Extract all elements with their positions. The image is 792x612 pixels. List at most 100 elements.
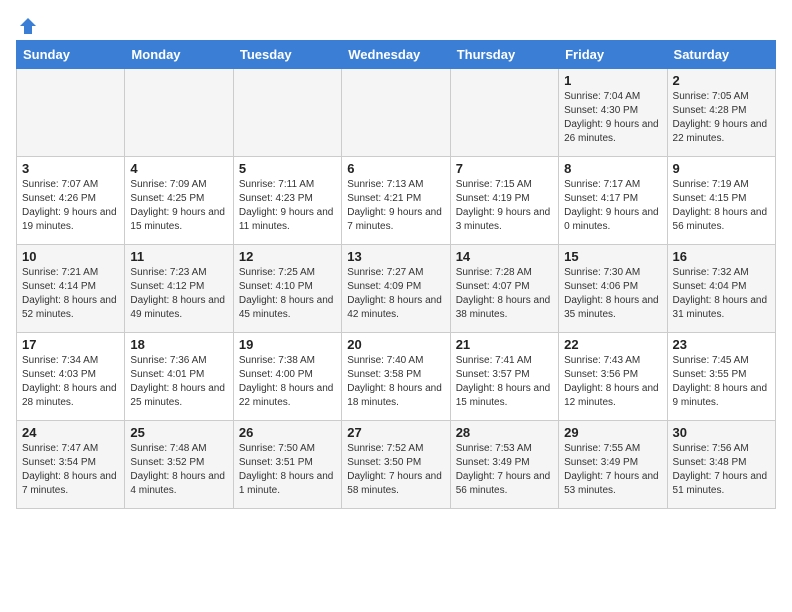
day-number: 3 — [22, 161, 119, 176]
calendar-cell — [450, 69, 558, 157]
day-info: Sunrise: 7:52 AM Sunset: 3:50 PM Dayligh… — [347, 442, 444, 498]
day-number: 19 — [239, 337, 336, 352]
day-info: Sunrise: 7:07 AM Sunset: 4:26 PM Dayligh… — [22, 178, 119, 234]
day-number: 9 — [673, 161, 770, 176]
day-number: 11 — [130, 249, 227, 264]
day-number: 16 — [673, 249, 770, 264]
day-info: Sunrise: 7:47 AM Sunset: 3:54 PM Dayligh… — [22, 442, 119, 498]
calendar-header-row: SundayMondayTuesdayWednesdayThursdayFrid… — [17, 41, 776, 69]
day-number: 4 — [130, 161, 227, 176]
calendar-cell: 7 Sunrise: 7:15 AM Sunset: 4:19 PM Daylig… — [450, 157, 558, 245]
day-info: Sunrise: 7:25 AM Sunset: 4:10 PM Dayligh… — [239, 266, 336, 322]
day-info: Sunrise: 7:32 AM Sunset: 4:04 PM Dayligh… — [673, 266, 770, 322]
day-info: Sunrise: 7:11 AM Sunset: 4:23 PM Dayligh… — [239, 178, 336, 234]
day-number: 18 — [130, 337, 227, 352]
calendar-cell — [17, 69, 125, 157]
day-info: Sunrise: 7:45 AM Sunset: 3:55 PM Dayligh… — [673, 354, 770, 410]
calendar-cell: 26 Sunrise: 7:50 AM Sunset: 3:51 PM Dayli… — [233, 421, 341, 509]
calendar-week-row: 3 Sunrise: 7:07 AM Sunset: 4:26 PM Daylig… — [17, 157, 776, 245]
day-number: 21 — [456, 337, 553, 352]
day-info: Sunrise: 7:53 AM Sunset: 3:49 PM Dayligh… — [456, 442, 553, 498]
day-number: 23 — [673, 337, 770, 352]
day-number: 15 — [564, 249, 661, 264]
calendar-week-row: 1 Sunrise: 7:04 AM Sunset: 4:30 PM Daylig… — [17, 69, 776, 157]
day-info: Sunrise: 7:40 AM Sunset: 3:58 PM Dayligh… — [347, 354, 444, 410]
calendar-cell — [233, 69, 341, 157]
header-day-wednesday: Wednesday — [342, 41, 450, 69]
day-number: 2 — [673, 73, 770, 88]
day-info: Sunrise: 7:56 AM Sunset: 3:48 PM Dayligh… — [673, 442, 770, 498]
calendar-cell: 29 Sunrise: 7:55 AM Sunset: 3:49 PM Dayli… — [559, 421, 667, 509]
calendar-cell — [342, 69, 450, 157]
day-number: 17 — [22, 337, 119, 352]
day-info: Sunrise: 7:30 AM Sunset: 4:06 PM Dayligh… — [564, 266, 661, 322]
day-number: 12 — [239, 249, 336, 264]
calendar-cell: 30 Sunrise: 7:56 AM Sunset: 3:48 PM Dayli… — [667, 421, 775, 509]
day-number: 26 — [239, 425, 336, 440]
day-info: Sunrise: 7:34 AM Sunset: 4:03 PM Dayligh… — [22, 354, 119, 410]
calendar-cell: 13 Sunrise: 7:27 AM Sunset: 4:09 PM Dayli… — [342, 245, 450, 333]
day-number: 27 — [347, 425, 444, 440]
calendar-cell: 4 Sunrise: 7:09 AM Sunset: 4:25 PM Daylig… — [125, 157, 233, 245]
calendar-cell: 27 Sunrise: 7:52 AM Sunset: 3:50 PM Dayli… — [342, 421, 450, 509]
day-info: Sunrise: 7:09 AM Sunset: 4:25 PM Dayligh… — [130, 178, 227, 234]
day-info: Sunrise: 7:13 AM Sunset: 4:21 PM Dayligh… — [347, 178, 444, 234]
header-day-saturday: Saturday — [667, 41, 775, 69]
logo-icon — [18, 16, 38, 36]
calendar-cell: 16 Sunrise: 7:32 AM Sunset: 4:04 PM Dayli… — [667, 245, 775, 333]
day-number: 29 — [564, 425, 661, 440]
calendar-cell: 5 Sunrise: 7:11 AM Sunset: 4:23 PM Daylig… — [233, 157, 341, 245]
calendar-cell: 24 Sunrise: 7:47 AM Sunset: 3:54 PM Dayli… — [17, 421, 125, 509]
header — [16, 16, 776, 32]
calendar-cell: 6Sunrise: 7:13 AM Sunset: 4:21 PM Daylig… — [342, 157, 450, 245]
day-info: Sunrise: 7:43 AM Sunset: 3:56 PM Dayligh… — [564, 354, 661, 410]
calendar-table: SundayMondayTuesdayWednesdayThursdayFrid… — [16, 40, 776, 509]
calendar-week-row: 17 Sunrise: 7:34 AM Sunset: 4:03 PM Dayli… — [17, 333, 776, 421]
day-number: 22 — [564, 337, 661, 352]
day-number: 13 — [347, 249, 444, 264]
day-info: Sunrise: 7:15 AM Sunset: 4:19 PM Dayligh… — [456, 178, 553, 234]
calendar-cell — [125, 69, 233, 157]
header-day-sunday: Sunday — [17, 41, 125, 69]
day-number: 30 — [673, 425, 770, 440]
day-info: Sunrise: 7:48 AM Sunset: 3:52 PM Dayligh… — [130, 442, 227, 498]
day-info: Sunrise: 7:04 AM Sunset: 4:30 PM Dayligh… — [564, 90, 661, 146]
calendar-cell: 17 Sunrise: 7:34 AM Sunset: 4:03 PM Dayli… — [17, 333, 125, 421]
day-info: Sunrise: 7:41 AM Sunset: 3:57 PM Dayligh… — [456, 354, 553, 410]
day-number: 8 — [564, 161, 661, 176]
day-number: 1 — [564, 73, 661, 88]
day-info: Sunrise: 7:27 AM Sunset: 4:09 PM Dayligh… — [347, 266, 444, 322]
day-info: Sunrise: 7:05 AM Sunset: 4:28 PM Dayligh… — [673, 90, 770, 146]
day-number: 28 — [456, 425, 553, 440]
calendar-cell: 18 Sunrise: 7:36 AM Sunset: 4:01 PM Dayli… — [125, 333, 233, 421]
day-info: Sunrise: 7:36 AM Sunset: 4:01 PM Dayligh… — [130, 354, 227, 410]
calendar-cell: 19Sunrise: 7:38 AM Sunset: 4:00 PM Dayli… — [233, 333, 341, 421]
header-day-thursday: Thursday — [450, 41, 558, 69]
calendar-week-row: 10Sunrise: 7:21 AM Sunset: 4:14 PM Dayli… — [17, 245, 776, 333]
calendar-cell: 21 Sunrise: 7:41 AM Sunset: 3:57 PM Dayli… — [450, 333, 558, 421]
calendar-cell: 20 Sunrise: 7:40 AM Sunset: 3:58 PM Dayli… — [342, 333, 450, 421]
header-day-monday: Monday — [125, 41, 233, 69]
day-number: 20 — [347, 337, 444, 352]
logo — [16, 16, 38, 32]
day-number: 25 — [130, 425, 227, 440]
calendar-cell: 11 Sunrise: 7:23 AM Sunset: 4:12 PM Dayli… — [125, 245, 233, 333]
calendar-cell: 23 Sunrise: 7:45 AM Sunset: 3:55 PM Dayli… — [667, 333, 775, 421]
day-number: 7 — [456, 161, 553, 176]
calendar-cell: 28 Sunrise: 7:53 AM Sunset: 3:49 PM Dayli… — [450, 421, 558, 509]
day-info: Sunrise: 7:23 AM Sunset: 4:12 PM Dayligh… — [130, 266, 227, 322]
day-info: Sunrise: 7:50 AM Sunset: 3:51 PM Dayligh… — [239, 442, 336, 498]
calendar-cell: 14Sunrise: 7:28 AM Sunset: 4:07 PM Dayli… — [450, 245, 558, 333]
calendar-cell: 22 Sunrise: 7:43 AM Sunset: 3:56 PM Dayli… — [559, 333, 667, 421]
day-number: 24 — [22, 425, 119, 440]
header-day-tuesday: Tuesday — [233, 41, 341, 69]
calendar-cell: 25 Sunrise: 7:48 AM Sunset: 3:52 PM Dayli… — [125, 421, 233, 509]
day-info: Sunrise: 7:55 AM Sunset: 3:49 PM Dayligh… — [564, 442, 661, 498]
day-number: 10 — [22, 249, 119, 264]
day-info: Sunrise: 7:17 AM Sunset: 4:17 PM Dayligh… — [564, 178, 661, 234]
day-number: 5 — [239, 161, 336, 176]
calendar-cell: 10Sunrise: 7:21 AM Sunset: 4:14 PM Dayli… — [17, 245, 125, 333]
calendar-cell: 1 Sunrise: 7:04 AM Sunset: 4:30 PM Daylig… — [559, 69, 667, 157]
calendar-cell: 15 Sunrise: 7:30 AM Sunset: 4:06 PM Dayli… — [559, 245, 667, 333]
header-day-friday: Friday — [559, 41, 667, 69]
